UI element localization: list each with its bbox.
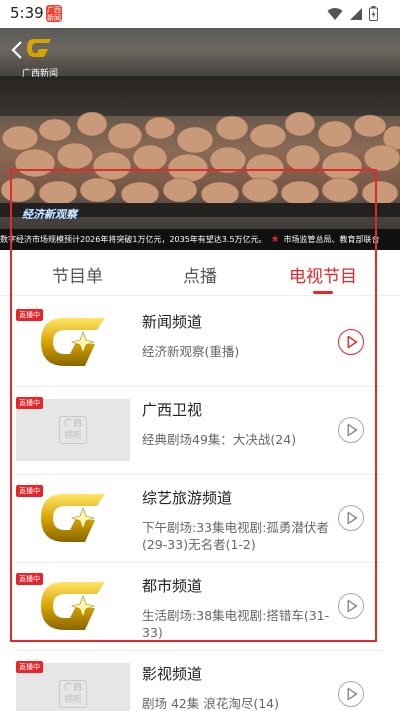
tab-bar: 节目单 点播 电视节目 xyxy=(0,250,400,296)
channel-name: 综艺旅游频道 xyxy=(142,489,233,507)
play-icon[interactable] xyxy=(338,593,364,619)
play-icon[interactable] xyxy=(338,681,364,707)
channel-program: 经典剧场49集：大决战(24) xyxy=(142,432,297,447)
channel-program: 下午剧场:33集电视剧:孤勇潜伏者(29-33)无名者(1-2) xyxy=(142,520,329,552)
video-frame-rocks xyxy=(0,111,400,207)
news-ticker: 数字经济市场规模预计2026年将突破1万亿元，2035年有望达3.5万亿元。 ★… xyxy=(0,229,400,250)
channel-item-gxtv[interactable]: 直播中 广西 视听 广西卫视 经典剧场49集：大决战(24) xyxy=(16,387,384,475)
channel-item-film[interactable]: 直播中 广西 视听 影视频道 剧场 42集 浪花淘尽(14) xyxy=(16,651,384,711)
live-badge: 直播中 xyxy=(16,309,43,321)
play-icon[interactable] xyxy=(338,329,364,355)
channel-logo-icon xyxy=(27,39,51,57)
play-icon[interactable] xyxy=(338,417,364,443)
program-caption: 经济新观察 xyxy=(22,208,77,221)
channel-program: 剧场 42集 浪花淘尽(14) xyxy=(142,696,280,711)
signal-icon xyxy=(350,7,362,20)
ticker-separator-icon: ★ xyxy=(270,234,280,245)
guangxi-gold-logo-icon xyxy=(41,318,105,366)
channel-item-variety-travel[interactable]: 直播中 综艺旅游频道 下午剧场:33集电视剧:孤勇潜伏者(29-33)无名者(1… xyxy=(16,475,384,563)
placeholder-logo-line-2: 视听 xyxy=(63,431,82,441)
channel-logo-text: 广西新闻 xyxy=(22,69,59,79)
ticker-text-1: 数字经济市场规模预计2026年将突破1万亿元，2035年有望达3.5万亿元。 xyxy=(0,235,267,244)
tab-schedule[interactable]: 节目单 xyxy=(52,262,103,287)
guangxi-gold-logo-icon xyxy=(41,582,105,630)
channel-name: 都市频道 xyxy=(142,577,203,595)
channel-name: 影视频道 xyxy=(142,665,203,683)
live-badge: 直播中 xyxy=(16,573,43,585)
tab-tv-programs[interactable]: 电视节目 xyxy=(289,262,357,287)
channel-program: 生活剧场:38集电视剧:搭错车(31-33) xyxy=(142,608,330,640)
placeholder-logo-line-1: 广西 xyxy=(63,419,82,429)
wifi-icon xyxy=(327,7,343,20)
video-player[interactable]: 广西新闻 经济新观察 数字经济市场规模预计2026年将突破1万亿元，2035年有… xyxy=(0,28,400,250)
status-bar: 5:39 广西新闻 xyxy=(0,0,400,28)
play-icon[interactable] xyxy=(338,505,364,531)
channel-program: 经济新观察(重播) xyxy=(142,344,240,359)
channel-name: 新闻频道 xyxy=(142,313,203,331)
active-tab-indicator xyxy=(313,291,333,294)
placeholder-logo-line-2: 视听 xyxy=(63,695,82,705)
ticker-text-2: 市场监管总局、教育部联合 xyxy=(283,235,380,244)
live-badge: 直播中 xyxy=(16,397,43,409)
status-time: 5:39 xyxy=(10,4,44,22)
live-badge: 直播中 xyxy=(16,661,43,673)
battery-icon xyxy=(369,6,378,21)
placeholder-logo-line-1: 广西 xyxy=(63,683,82,693)
channel-name: 广西卫视 xyxy=(142,401,203,419)
app-notification-icon: 广西新闻 xyxy=(46,5,62,22)
channel-item-city[interactable]: 直播中 都市频道 生活剧场:38集电视剧:搭错车(31-33) xyxy=(16,563,384,651)
tab-on-demand[interactable]: 点播 xyxy=(183,262,217,287)
guangxi-gold-logo-icon xyxy=(41,494,105,542)
guangxi-shiting-logo-icon: 广西 视听 xyxy=(59,416,87,444)
status-icons xyxy=(327,6,378,21)
guangxi-shiting-logo-icon: 广西 视听 xyxy=(59,680,87,708)
channel-item-news[interactable]: 直播中 新闻频道 经济新观察(重播) xyxy=(16,299,384,387)
live-badge: 直播中 xyxy=(16,485,43,497)
